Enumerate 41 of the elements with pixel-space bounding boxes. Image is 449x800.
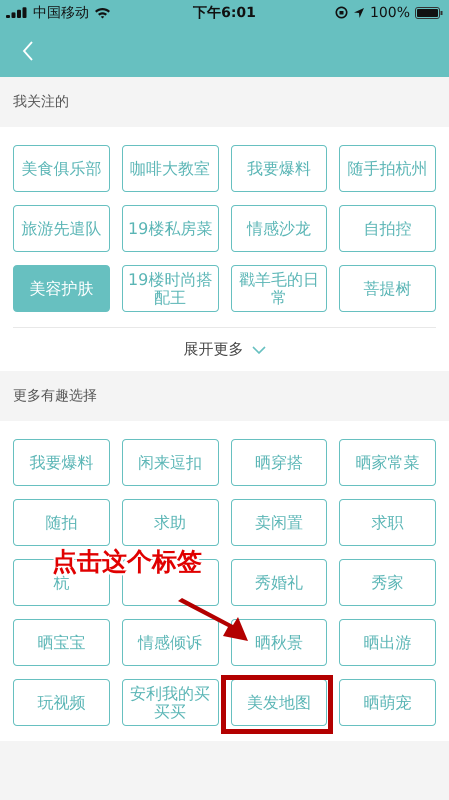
tag-button[interactable]: 咖啡大教室: [122, 145, 218, 192]
tag-button[interactable]: 美食俱乐部: [13, 145, 110, 192]
tag-button[interactable]: 19楼私房菜: [122, 205, 218, 252]
carrier-name: 中国移动: [33, 4, 89, 22]
tag-button[interactable]: 19楼时尚搭配王: [122, 265, 218, 312]
tag-button[interactable]: 晒秋景: [230, 619, 328, 666]
tag-button[interactable]: 晒家常菜: [339, 439, 436, 486]
section-title: 更多有趣选择: [13, 387, 97, 405]
signal-icon: [6, 7, 28, 18]
tag-button[interactable]: 菩提树: [339, 265, 436, 312]
tag-button[interactable]: 随拍: [13, 499, 110, 546]
tag-button[interactable]: 旅游先遣队: [13, 205, 110, 252]
wifi-icon: [94, 6, 111, 18]
tag-button[interactable]: 随手拍杭州: [339, 145, 436, 192]
rotation-lock-icon: [334, 6, 348, 19]
tag-button[interactable]: 美容护肤: [13, 265, 110, 312]
tag-button[interactable]: 我要爆料: [230, 145, 328, 192]
tag-button[interactable]: 玩视频: [13, 679, 110, 726]
tag-button[interactable]: 情感沙龙: [230, 205, 328, 252]
battery-icon: [415, 6, 444, 18]
tag-button[interactable]: 求助: [122, 499, 218, 546]
chevron-down-icon: [252, 346, 266, 354]
tag-button[interactable]: 闲来逗扣: [122, 439, 218, 486]
tag-button[interactable]: 美发地图: [230, 679, 328, 726]
battery-percent: 100%: [370, 4, 410, 20]
tag-button[interactable]: 晒宝宝: [13, 619, 110, 666]
tag-button[interactable]: 自拍控: [339, 205, 436, 252]
tag-button[interactable]: 安利我的买买买: [122, 679, 218, 726]
section-title: 我关注的: [13, 93, 69, 111]
clock-time: 下午6:01: [193, 4, 256, 22]
tag-button[interactable]: 晒萌宠: [339, 679, 436, 726]
tag-button[interactable]: 情感倾诉: [122, 619, 218, 666]
tag-button[interactable]: 晒穿搭: [230, 439, 328, 486]
tag-button[interactable]: 卖闲置: [230, 499, 328, 546]
tag-button[interactable]: 秀家: [339, 559, 436, 606]
tag-button[interactable]: 晒出游: [339, 619, 436, 666]
tag-button[interactable]: 戳羊毛的日常: [230, 265, 328, 312]
location-icon: [352, 6, 365, 18]
tag-button[interactable]: 求职: [339, 499, 436, 546]
tag-button[interactable]: 我要爆料: [13, 439, 110, 486]
tag-button[interactable]: 秀婚礼: [230, 559, 328, 606]
